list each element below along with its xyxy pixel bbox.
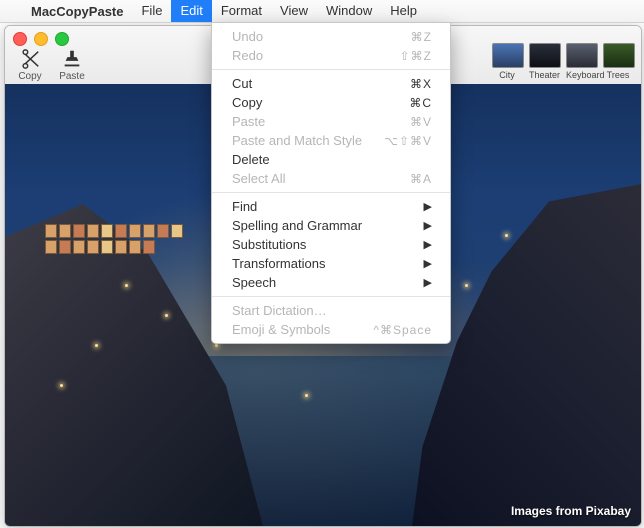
toolbar-actions: Copy Paste bbox=[13, 48, 89, 82]
menu-item-transformations[interactable]: Transformations ▶ bbox=[212, 254, 450, 273]
thumbnail-label: City bbox=[492, 70, 522, 80]
menu-shortcut: ⌘X bbox=[410, 77, 432, 91]
menu-item-label: Emoji & Symbols bbox=[232, 322, 330, 337]
menu-item-label: Speech bbox=[232, 275, 276, 290]
submenu-arrow-icon: ▶ bbox=[424, 238, 432, 251]
menu-shortcut: ⇧⌘Z bbox=[400, 49, 432, 63]
scissors-icon bbox=[19, 48, 41, 70]
menu-item-select-all: Select All ⌘A bbox=[212, 169, 450, 188]
menu-item-find[interactable]: Find ▶ bbox=[212, 197, 450, 216]
menu-item-label: Paste bbox=[232, 114, 265, 129]
submenu-arrow-icon: ▶ bbox=[424, 276, 432, 289]
menu-item-start-dictation: Start Dictation… bbox=[212, 301, 450, 320]
menu-item-label: Paste and Match Style bbox=[232, 133, 362, 148]
menu-separator bbox=[212, 296, 450, 297]
menu-separator bbox=[212, 69, 450, 70]
menu-item-emoji-symbols: Emoji & Symbols ^⌘Space bbox=[212, 320, 450, 339]
menu-shortcut: ⌘C bbox=[409, 96, 432, 110]
menu-shortcut: ⌘A bbox=[410, 172, 432, 186]
menu-item-label: Substitutions bbox=[232, 237, 306, 252]
menu-item-label: Spelling and Grammar bbox=[232, 218, 362, 233]
thumbnail-image bbox=[492, 43, 524, 68]
thumb-city[interactable]: City bbox=[492, 43, 522, 80]
close-button[interactable] bbox=[13, 32, 27, 46]
menu-item-substitutions[interactable]: Substitutions ▶ bbox=[212, 235, 450, 254]
menu-shortcut: ⌘Z bbox=[411, 30, 432, 44]
window-controls bbox=[13, 32, 69, 46]
submenu-arrow-icon: ▶ bbox=[424, 219, 432, 232]
menu-item-delete[interactable]: Delete bbox=[212, 150, 450, 169]
menu-item-label: Undo bbox=[232, 29, 263, 44]
paste-tool-label: Paste bbox=[55, 71, 89, 82]
minimize-button[interactable] bbox=[34, 32, 48, 46]
thumbnail-image bbox=[603, 43, 635, 68]
submenu-arrow-icon: ▶ bbox=[424, 200, 432, 213]
thumb-trees[interactable]: Trees bbox=[603, 43, 633, 80]
toolbar-thumbnails: City Theater Keyboard Trees bbox=[492, 43, 633, 80]
menu-item-label: Redo bbox=[232, 48, 263, 63]
menu-item-copy[interactable]: Copy ⌘C bbox=[212, 93, 450, 112]
thumbnail-label: Keyboard bbox=[566, 70, 596, 80]
app-name[interactable]: MacCopyPaste bbox=[22, 4, 132, 19]
menu-window[interactable]: Window bbox=[317, 0, 381, 22]
menu-shortcut: ^⌘Space bbox=[373, 323, 432, 337]
thumbnail-label: Trees bbox=[603, 70, 633, 80]
menu-item-label: Select All bbox=[232, 171, 285, 186]
menu-item-paste-and-match-style: Paste and Match Style ⌥⇧⌘V bbox=[212, 131, 450, 150]
thumb-theater[interactable]: Theater bbox=[529, 43, 559, 80]
menu-item-redo: Redo ⇧⌘Z bbox=[212, 46, 450, 65]
menu-edit[interactable]: Edit bbox=[171, 0, 211, 22]
menu-item-paste: Paste ⌘V bbox=[212, 112, 450, 131]
menu-help[interactable]: Help bbox=[381, 0, 426, 22]
menu-item-undo: Undo ⌘Z bbox=[212, 27, 450, 46]
menu-item-label: Cut bbox=[232, 76, 252, 91]
menu-format[interactable]: Format bbox=[212, 0, 271, 22]
thumbnail-image bbox=[566, 43, 598, 68]
edit-menu-dropdown: Undo ⌘Z Redo ⇧⌘Z Cut ⌘X Copy ⌘C Paste ⌘V Paste and… bbox=[211, 22, 451, 344]
image-credit: Images from Pixabay bbox=[511, 504, 631, 518]
thumb-keyboard[interactable]: Keyboard bbox=[566, 43, 596, 80]
menu-item-speech[interactable]: Speech ▶ bbox=[212, 273, 450, 292]
menu-item-cut[interactable]: Cut ⌘X bbox=[212, 74, 450, 93]
menu-item-spelling-and-grammar[interactable]: Spelling and Grammar ▶ bbox=[212, 216, 450, 235]
menu-shortcut: ⌥⇧⌘V bbox=[384, 134, 432, 148]
copy-tool[interactable]: Copy bbox=[13, 48, 47, 82]
menu-separator bbox=[212, 192, 450, 193]
menu-item-label: Delete bbox=[232, 152, 270, 167]
thumbnail-image bbox=[529, 43, 561, 68]
menu-file[interactable]: File bbox=[132, 0, 171, 22]
maximize-button[interactable] bbox=[55, 32, 69, 46]
menu-items: FileEditFormatViewWindowHelp bbox=[132, 0, 425, 22]
submenu-arrow-icon: ▶ bbox=[424, 257, 432, 270]
paste-tool[interactable]: Paste bbox=[55, 48, 89, 82]
menu-shortcut: ⌘V bbox=[410, 115, 432, 129]
menu-view[interactable]: View bbox=[271, 0, 317, 22]
menu-item-label: Transformations bbox=[232, 256, 325, 271]
menubar: MacCopyPaste FileEditFormatViewWindowHel… bbox=[0, 0, 644, 23]
stamp-icon bbox=[61, 48, 83, 70]
menu-item-label: Find bbox=[232, 199, 257, 214]
thumbnail-label: Theater bbox=[529, 70, 559, 80]
menu-item-label: Copy bbox=[232, 95, 262, 110]
copy-tool-label: Copy bbox=[13, 71, 47, 82]
menu-item-label: Start Dictation… bbox=[232, 303, 327, 318]
